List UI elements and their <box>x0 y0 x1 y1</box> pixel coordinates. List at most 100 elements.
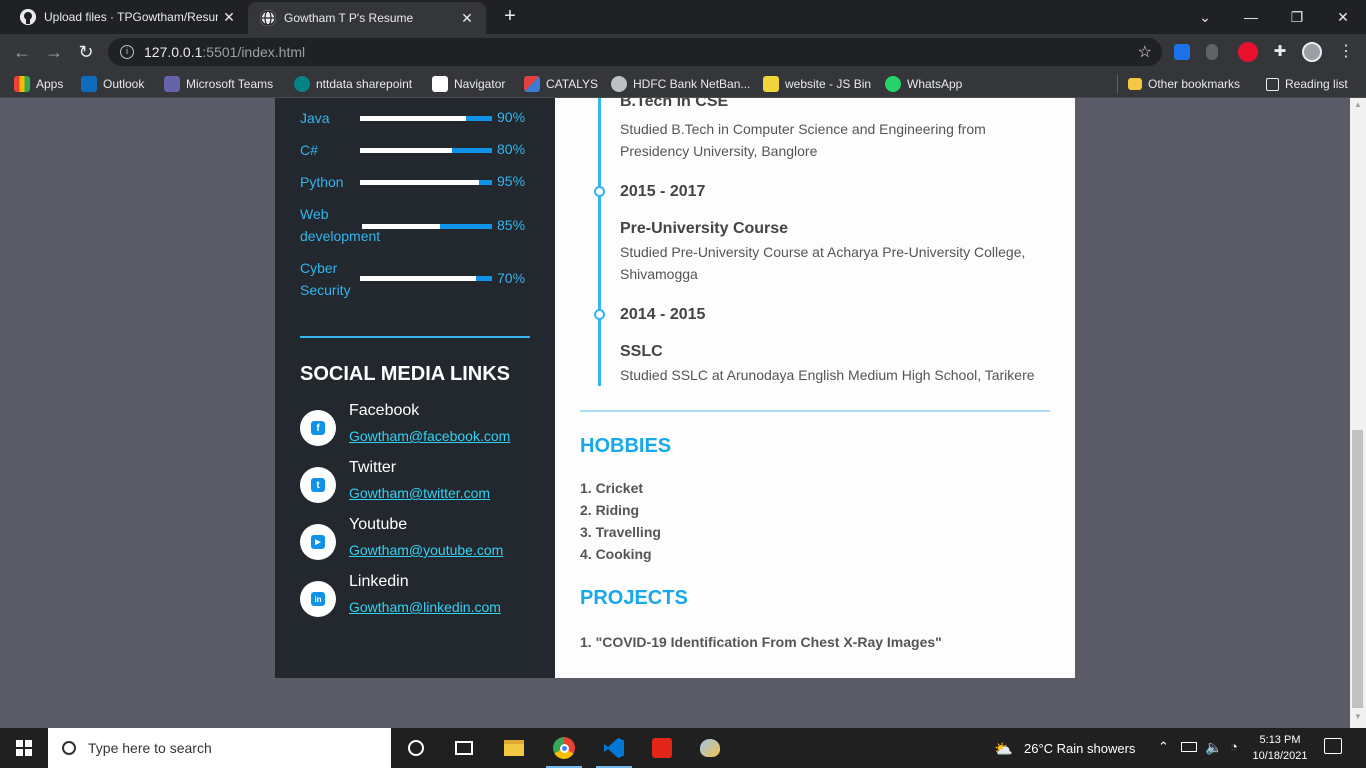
extension-adblock-icon[interactable] <box>1238 42 1258 62</box>
scrollbar-thumb[interactable] <box>1352 430 1363 708</box>
social-link[interactable]: Gowtham@youtube.com <box>349 542 503 558</box>
main-divider <box>580 410 1050 412</box>
education-heading: SSLC <box>620 343 663 360</box>
forward-arrow-icon[interactable]: → <box>42 40 66 64</box>
bookmark-whatsapp[interactable]: WhatsApp <box>885 74 962 94</box>
close-window-button[interactable]: ✕ <box>1320 0 1366 34</box>
bookmark-outlook[interactable]: Outlook <box>81 74 144 94</box>
education-description: Studied B.Tech in Computer Science and E… <box>620 121 986 159</box>
extension-mouse-icon[interactable] <box>1206 44 1218 60</box>
skill-bar <box>360 148 492 153</box>
chrome-taskbar-icon[interactable] <box>544 732 584 768</box>
scroll-down-icon[interactable]: ▼ <box>1354 712 1362 721</box>
clock-time: 5:13 PM <box>1259 734 1301 746</box>
education-description: Studied SSLC at Arunodaya English Medium… <box>620 367 1035 383</box>
extension-pen-icon[interactable] <box>1174 44 1190 60</box>
social-link[interactable]: Gowtham@twitter.com <box>349 485 490 501</box>
vscode-icon[interactable] <box>594 732 634 768</box>
facebook-icon[interactable]: f <box>300 410 336 446</box>
paint-icon[interactable] <box>690 732 730 764</box>
hobby-item: 4. Cooking <box>580 546 652 562</box>
social-name: Linkedin <box>349 573 409 590</box>
tab-search-icon[interactable]: ⌄ <box>1182 0 1228 34</box>
education-description: Studied Pre-University Course at Acharya… <box>620 244 1026 282</box>
search-placeholder: Type here to search <box>88 740 212 756</box>
address-bar[interactable]: i 127.0.0.1:5501/index.html ☆ <box>108 38 1162 66</box>
reading-list-icon <box>1266 77 1279 91</box>
clock-date: 10/18/2021 <box>1252 750 1308 762</box>
reload-icon[interactable]: ↻ <box>74 40 98 64</box>
bookmark-apps[interactable]: Apps <box>14 74 63 94</box>
social-media-title: SOCIAL MEDIA LINKS <box>300 363 511 385</box>
tab-close-icon[interactable]: ✕ <box>456 10 478 27</box>
wifi-icon[interactable]: ◔ <box>1230 739 1238 754</box>
hobby-item: 2. Riding <box>580 502 640 518</box>
skill-percent: 85% <box>497 217 526 233</box>
volume-icon[interactable]: 🔈 <box>1205 739 1222 756</box>
scroll-up-icon[interactable]: ▲ <box>1354 100 1362 109</box>
social-name: Facebook <box>349 402 420 419</box>
education-heading: Pre-University Course <box>620 220 789 237</box>
project-item: 1. "COVID-19 Identification From Chest X… <box>580 634 942 650</box>
tab-title: Upload files · TPGowtham/Resum <box>44 10 218 24</box>
globe-icon <box>611 76 627 92</box>
tab-strip: Upload files · TPGowtham/Resum ✕ Gowtham… <box>0 0 1366 34</box>
bookmark-hdfc-bank[interactable]: HDFC Bank NetBan... <box>611 74 750 94</box>
skill-percent: 70% <box>497 270 526 286</box>
hobby-item: 3. Travelling <box>580 524 661 540</box>
new-tab-button[interactable]: + <box>498 4 522 28</box>
profile-avatar[interactable] <box>1302 42 1322 62</box>
social-twitter: t Twitter Gowtham@twitter.com <box>300 459 540 517</box>
github-icon <box>20 9 36 25</box>
tab-upload-files[interactable]: Upload files · TPGowtham/Resum ✕ <box>8 0 248 34</box>
file-explorer-icon[interactable] <box>494 732 534 764</box>
acrobat-icon[interactable] <box>642 732 682 764</box>
page-scrollbar[interactable]: ▲ ▼ <box>1350 98 1366 728</box>
navigator-icon <box>432 76 448 92</box>
jsbin-icon <box>763 76 779 92</box>
cortana-icon[interactable] <box>396 732 436 764</box>
weather-text[interactable]: 26°C Rain showers <box>1024 741 1135 756</box>
reading-list-button[interactable]: Reading list <box>1266 74 1348 94</box>
url-text: 127.0.0.1:5501/index.html <box>144 44 306 60</box>
whatsapp-icon <box>885 76 901 92</box>
tab-resume[interactable]: Gowtham T P's Resume ✕ <box>248 2 486 34</box>
bookmark-navigator[interactable]: Navigator <box>432 74 505 94</box>
bookmarks-separator <box>1117 75 1118 93</box>
tab-title: Gowtham T P's Resume <box>284 11 414 25</box>
system-clock[interactable]: 5:13 PM 10/18/2021 <box>1245 732 1315 764</box>
tab-close-icon[interactable]: ✕ <box>218 9 240 26</box>
bookmark-js-bin[interactable]: website - JS Bin <box>763 74 871 94</box>
back-arrow-icon[interactable]: ← <box>10 40 34 64</box>
menu-kebab-icon[interactable]: ⋮ <box>1336 42 1356 62</box>
site-info-icon[interactable]: i <box>120 45 134 59</box>
task-view-icon[interactable] <box>444 732 484 764</box>
youtube-icon[interactable]: ▶ <box>300 524 336 560</box>
globe-icon <box>260 10 276 26</box>
maximize-button[interactable]: ❐ <box>1274 0 1320 34</box>
chevron-up-icon[interactable]: ⌃ <box>1158 739 1169 755</box>
bookmark-star-icon[interactable]: ☆ <box>1138 42 1152 62</box>
bookmark-other[interactable]: Other bookmarks <box>1128 74 1240 94</box>
social-link[interactable]: Gowtham@linkedin.com <box>349 599 501 615</box>
start-button[interactable] <box>0 728 48 768</box>
bookmark-microsoft-teams[interactable]: Microsoft Teams <box>164 74 273 94</box>
twitter-icon[interactable]: t <box>300 467 336 503</box>
linkedin-icon[interactable]: in <box>300 581 336 617</box>
skill-percent: 95% <box>497 173 526 189</box>
hobby-item: 1. Cricket <box>580 480 644 496</box>
resume-sidebar: Java 90% C# 80% Python 95% Web developme… <box>275 98 555 678</box>
weather-icon[interactable]: ⛅ <box>994 740 1013 758</box>
bookmark-nttdata-sharepoint[interactable]: nttdata sharepoint <box>294 74 412 94</box>
minimize-button[interactable]: — <box>1228 0 1274 34</box>
taskbar-search[interactable]: Type here to search <box>48 728 391 768</box>
projects-title: PROJECTS <box>580 587 688 609</box>
search-icon <box>62 741 76 755</box>
skill-bar <box>360 116 492 121</box>
notifications-icon[interactable] <box>1324 738 1342 754</box>
timeline-dot <box>594 186 605 197</box>
bookmark-catalys[interactable]: CATALYS <box>524 74 598 94</box>
extensions-puzzle-icon[interactable]: ✚ <box>1270 42 1290 62</box>
battery-icon[interactable] <box>1181 742 1197 752</box>
social-link[interactable]: Gowtham@facebook.com <box>349 428 510 444</box>
